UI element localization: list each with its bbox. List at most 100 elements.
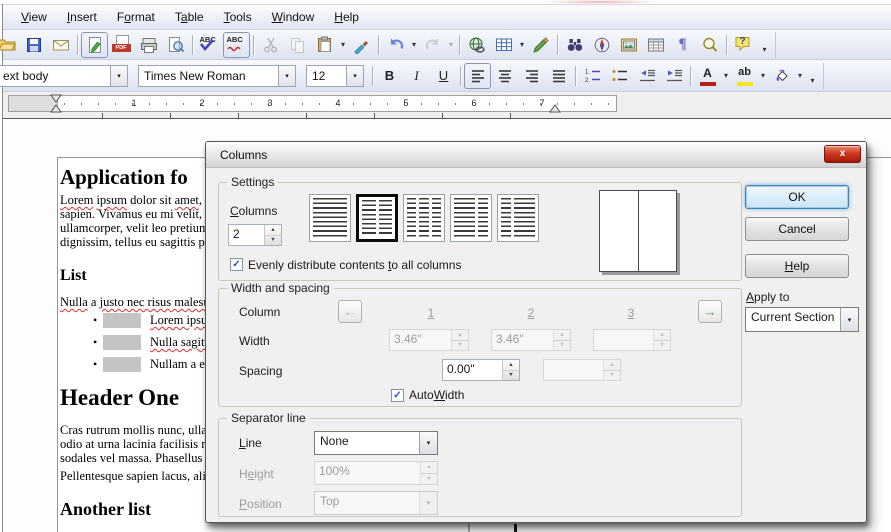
line-style-select[interactable]: None ▾ bbox=[314, 431, 438, 455]
evenly-distribute-checkbox[interactable]: ✓ bbox=[230, 258, 243, 271]
chevron-down-icon[interactable]: ▾ bbox=[278, 66, 295, 86]
chevron-down-icon[interactable]: ▾ bbox=[840, 308, 858, 331]
scissors-icon bbox=[262, 36, 280, 54]
unordered-list-button[interactable] bbox=[606, 63, 633, 89]
preset-left-weighted[interactable] bbox=[450, 194, 492, 242]
height-label: Height bbox=[239, 467, 274, 481]
spacing-1-input[interactable]: 0.00" ▲▼ bbox=[442, 359, 520, 381]
font-size-combo[interactable]: 12 ▾ bbox=[306, 65, 364, 87]
evenly-distribute-label[interactable]: Evenly distribute contents to all column… bbox=[248, 258, 461, 272]
ordered-list-button[interactable]: 1.2. bbox=[579, 63, 606, 89]
chevron-down-icon[interactable]: ▾ bbox=[346, 66, 363, 86]
increase-indent-icon bbox=[665, 67, 683, 84]
navigator-button[interactable] bbox=[588, 32, 615, 58]
highlight-button[interactable]: ab bbox=[731, 63, 758, 89]
columns-count-input[interactable]: 2 ▲▼ bbox=[228, 224, 282, 246]
draw-functions-button[interactable] bbox=[527, 32, 554, 58]
preset-two-columns[interactable] bbox=[356, 194, 398, 242]
cancel-button[interactable]: Cancel bbox=[745, 217, 849, 241]
table-grid-icon bbox=[495, 36, 513, 54]
align-center-button[interactable] bbox=[491, 63, 518, 89]
menu-window[interactable]: Window bbox=[262, 7, 325, 27]
formatting-marks-button[interactable]: ¶ bbox=[669, 32, 696, 58]
apply-to-select[interactable]: Current Section ▾ bbox=[745, 307, 859, 332]
highlight-dropdown[interactable]: ▾ bbox=[758, 71, 768, 80]
page-preview-button[interactable] bbox=[162, 32, 189, 58]
decrease-indent-button[interactable] bbox=[633, 63, 660, 89]
email-button[interactable] bbox=[47, 32, 74, 58]
left-indent-marker[interactable] bbox=[50, 94, 62, 113]
arrow-right-icon: → bbox=[704, 304, 717, 319]
undo-button[interactable] bbox=[382, 32, 409, 58]
autowidth-label[interactable]: AutoWidth bbox=[409, 388, 464, 402]
background-color-dropdown[interactable]: ▾ bbox=[795, 71, 805, 80]
hyperlink-button[interactable] bbox=[463, 32, 490, 58]
paint-can-icon bbox=[773, 67, 791, 85]
preset-right-weighted[interactable] bbox=[497, 194, 539, 242]
help-button[interactable]: ? bbox=[730, 32, 757, 58]
svg-text:1.: 1. bbox=[585, 70, 590, 76]
justify-button[interactable] bbox=[545, 63, 572, 89]
spinner[interactable]: ▲▼ bbox=[264, 225, 281, 245]
font-color-button[interactable]: A bbox=[694, 63, 721, 89]
column-1-header: 1 bbox=[411, 306, 451, 320]
preset-one-column[interactable] bbox=[309, 194, 351, 242]
font-color-dropdown[interactable]: ▾ bbox=[721, 71, 731, 80]
menu-insert[interactable]: Insert bbox=[57, 7, 107, 27]
chevron-down-icon[interactable]: ▾ bbox=[419, 432, 437, 454]
menu-tools[interactable]: Tools bbox=[214, 7, 262, 27]
autowidth-checkbox[interactable]: ✓ bbox=[391, 389, 404, 402]
toolbar-separator bbox=[459, 35, 460, 55]
menu-format[interactable]: Format bbox=[107, 7, 165, 27]
bold-button[interactable]: B bbox=[376, 63, 403, 89]
ruler-number: 5 bbox=[399, 98, 413, 108]
undo-dropdown[interactable]: ▾ bbox=[409, 40, 419, 49]
align-right-icon bbox=[524, 68, 540, 84]
doc-paragraph-line: Pellentesque sapien lacus, aliq bbox=[60, 469, 212, 484]
help-button[interactable]: Help bbox=[745, 254, 849, 278]
align-left-button[interactable] bbox=[464, 63, 491, 89]
menu-table[interactable]: Table bbox=[165, 7, 214, 27]
ok-button[interactable]: OK bbox=[745, 185, 849, 209]
autospellcheck-icon: ABC bbox=[225, 34, 249, 56]
save-button[interactable] bbox=[20, 32, 47, 58]
background-color-button[interactable] bbox=[768, 63, 795, 89]
close-button[interactable]: x bbox=[824, 145, 861, 163]
paste-button[interactable] bbox=[311, 32, 338, 58]
italic-button[interactable]: I bbox=[403, 63, 430, 89]
export-pdf-button[interactable]: PDF bbox=[108, 32, 135, 58]
print-button[interactable] bbox=[135, 32, 162, 58]
underline-icon: U bbox=[432, 68, 456, 83]
table-dropdown[interactable]: ▾ bbox=[517, 40, 527, 49]
edit-file-button[interactable] bbox=[81, 32, 108, 58]
gallery-button[interactable] bbox=[615, 32, 642, 58]
floppy-icon bbox=[25, 36, 43, 54]
menu-view[interactable]: View bbox=[11, 7, 57, 27]
zoom-button[interactable] bbox=[696, 32, 723, 58]
toolbar-options-button[interactable]: ▾ bbox=[757, 33, 772, 57]
menu-help[interactable]: Help bbox=[324, 7, 369, 27]
find-replace-button[interactable] bbox=[561, 32, 588, 58]
paragraph-style-combo[interactable]: ext body ▾ bbox=[0, 65, 128, 87]
scroll-columns-right-button[interactable]: → bbox=[698, 300, 722, 323]
toolbar-options-button[interactable]: ▾ bbox=[805, 64, 820, 88]
preset-three-columns[interactable] bbox=[403, 194, 445, 242]
separator-line-group: Separator line bbox=[218, 418, 742, 517]
undo-icon bbox=[387, 36, 405, 54]
clone-formatting-button[interactable] bbox=[348, 32, 375, 58]
increase-indent-button[interactable] bbox=[660, 63, 687, 89]
insert-table-button[interactable] bbox=[490, 32, 517, 58]
underline-button[interactable]: U bbox=[430, 63, 457, 89]
dialog-titlebar[interactable]: Columns bbox=[206, 142, 866, 168]
spelling-button[interactable]: ABC bbox=[196, 32, 223, 58]
paste-dropdown[interactable]: ▾ bbox=[338, 40, 348, 49]
align-right-button[interactable] bbox=[518, 63, 545, 89]
bullet-glyph: • bbox=[93, 335, 103, 350]
data-sources-button[interactable] bbox=[642, 32, 669, 58]
auto-spellcheck-button[interactable]: ABC bbox=[223, 32, 250, 58]
right-indent-marker[interactable] bbox=[549, 103, 561, 113]
font-name-combo[interactable]: Times New Roman ▾ bbox=[138, 65, 296, 87]
open-button[interactable] bbox=[0, 32, 20, 58]
redo-dropdown: ▾ bbox=[446, 40, 456, 49]
chevron-down-icon[interactable]: ▾ bbox=[110, 66, 127, 86]
